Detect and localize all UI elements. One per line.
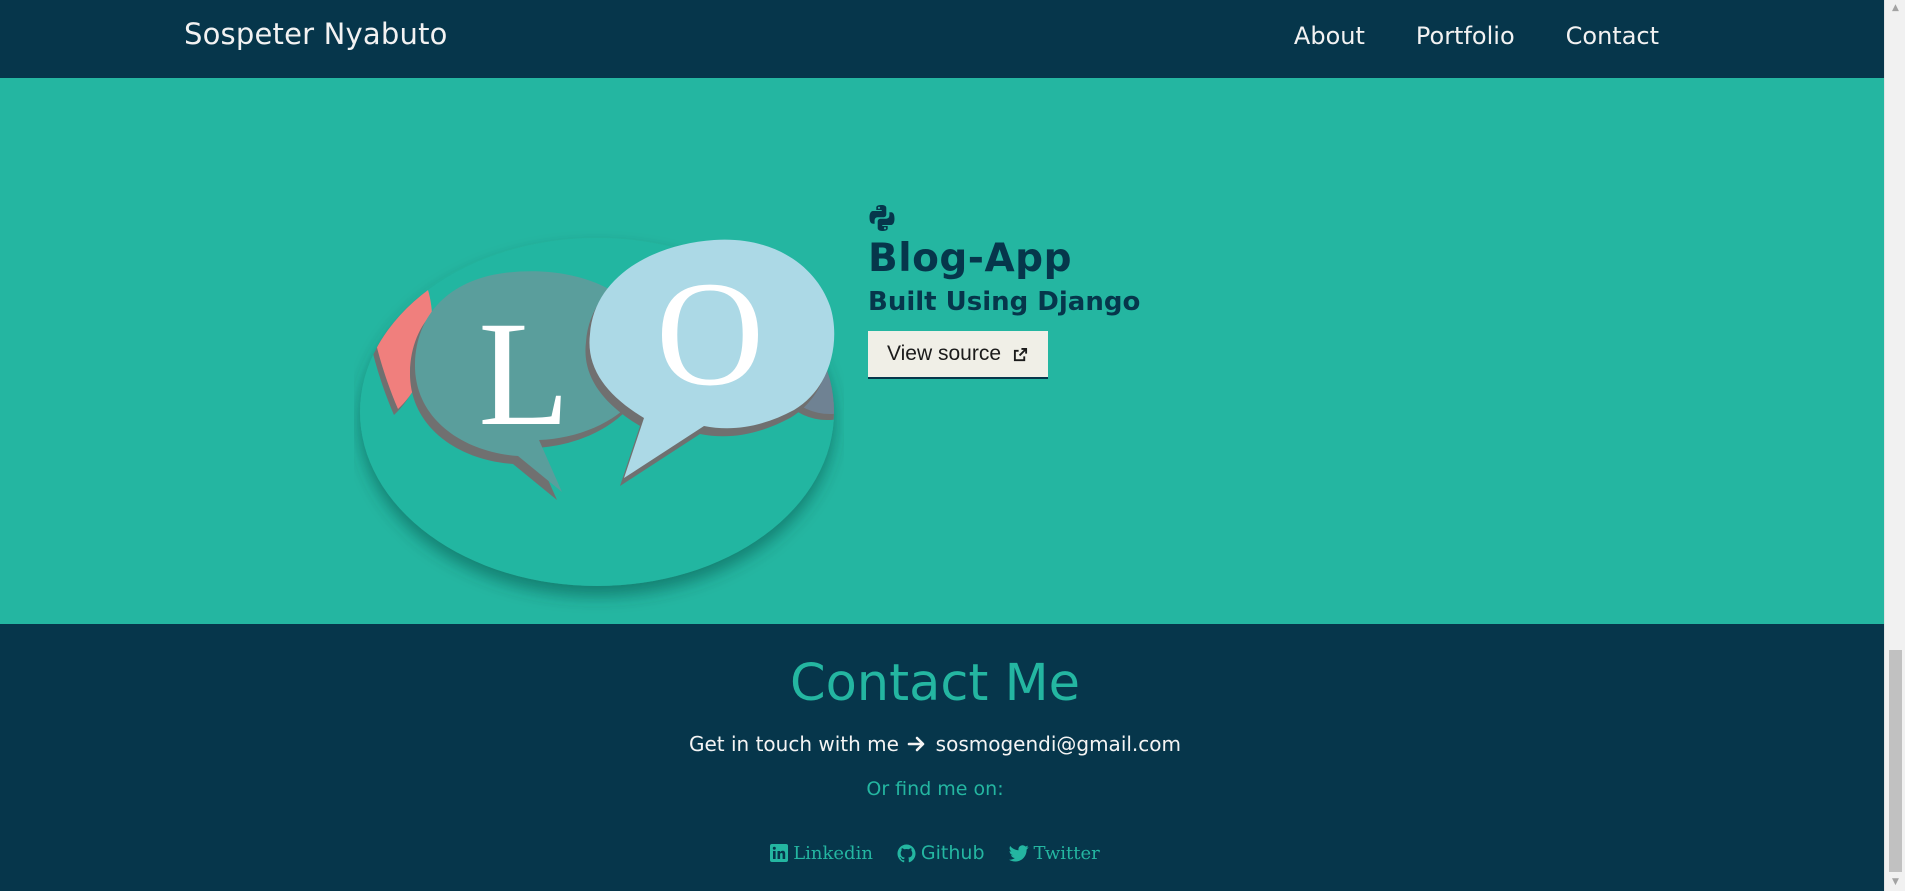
social-links: Linkedin Github Twitter [0, 842, 1870, 864]
page: Sospeter Nyabuto About Portfolio Contact [0, 0, 1884, 891]
project-image: L O [360, 238, 835, 586]
github-link[interactable]: Github [897, 842, 985, 864]
python-icon [869, 205, 895, 231]
project-title: Blog-App [868, 236, 1073, 281]
nav-about-link[interactable]: About [1294, 22, 1365, 50]
l-letter: L [478, 291, 570, 457]
brand-name[interactable]: Sospeter Nyabuto [184, 17, 448, 51]
linkedin-icon [770, 844, 789, 862]
find-me-text: Or find me on: [866, 778, 1004, 800]
twitter-icon [1008, 844, 1029, 861]
scroll-up-arrow-icon[interactable]: ▲ [1885, 0, 1905, 17]
navbar: Sospeter Nyabuto About Portfolio Contact [0, 0, 1884, 78]
nav-links: About Portfolio Contact [1294, 22, 1659, 50]
portfolio-section: L O Blog-App Built Using Django View sou… [0, 78, 1884, 624]
nav-contact-link[interactable]: Contact [1566, 22, 1659, 50]
external-link-icon [1013, 347, 1028, 361]
twitter-label: Twitter [1033, 842, 1100, 864]
arrow-right-icon [907, 736, 925, 752]
nav-portfolio-link[interactable]: Portfolio [1416, 22, 1515, 50]
contact-prefix: Get in touch with me [688, 732, 899, 756]
scrollbar-thumb[interactable] [1889, 650, 1902, 872]
page-scrollbar[interactable]: ▲ ▼ [1884, 0, 1905, 891]
contact-line: Get in touch with me sosmogendi@gmail.co… [0, 732, 1870, 756]
twitter-link[interactable]: Twitter [1008, 842, 1100, 864]
email-link[interactable]: sosmogendi@gmail.com [936, 732, 1181, 756]
view-source-label: View source [887, 342, 1002, 365]
linkedin-link[interactable]: Linkedin [770, 842, 873, 864]
github-label: Github [920, 842, 985, 864]
contact-footer: Contact Me Get in touch with me sosmogen… [0, 624, 1884, 891]
view-source-button[interactable]: View source [868, 331, 1049, 379]
github-icon [897, 843, 916, 862]
project-info: Blog-App Built Using Django View source [868, 204, 1140, 379]
linkedin-label: Linkedin [793, 842, 873, 864]
project-subtitle: Built Using Django [868, 287, 1141, 317]
contact-heading: Contact Me [789, 654, 1080, 713]
scroll-down-arrow-icon[interactable]: ▼ [1885, 874, 1905, 891]
o-letter: O [656, 251, 764, 417]
